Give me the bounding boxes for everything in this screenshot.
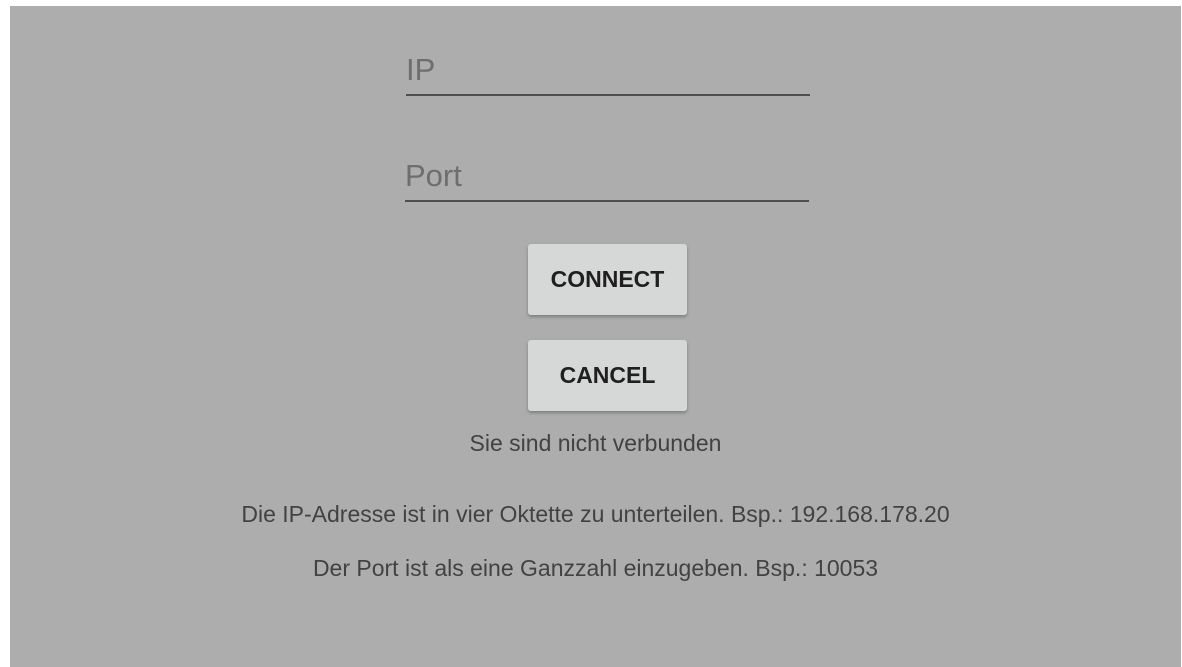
port-hint-text: Der Port ist als eine Ganzzahl einzugebe…: [312, 555, 879, 581]
ip-field[interactable]: [406, 44, 810, 96]
port-field[interactable]: [405, 150, 809, 202]
connection-status-text: Sie sind nicht verbunden: [469, 430, 722, 456]
ip-hint-text: Die IP-Adresse ist in vier Oktette zu un…: [241, 501, 950, 527]
connection-dialog: CONNECT CANCEL Sie sind nicht verbunden …: [10, 6, 1181, 667]
ip-input[interactable]: [406, 50, 810, 90]
cancel-button[interactable]: CANCEL: [528, 340, 687, 411]
port-input[interactable]: [405, 156, 809, 196]
connect-button[interactable]: CONNECT: [528, 244, 687, 315]
